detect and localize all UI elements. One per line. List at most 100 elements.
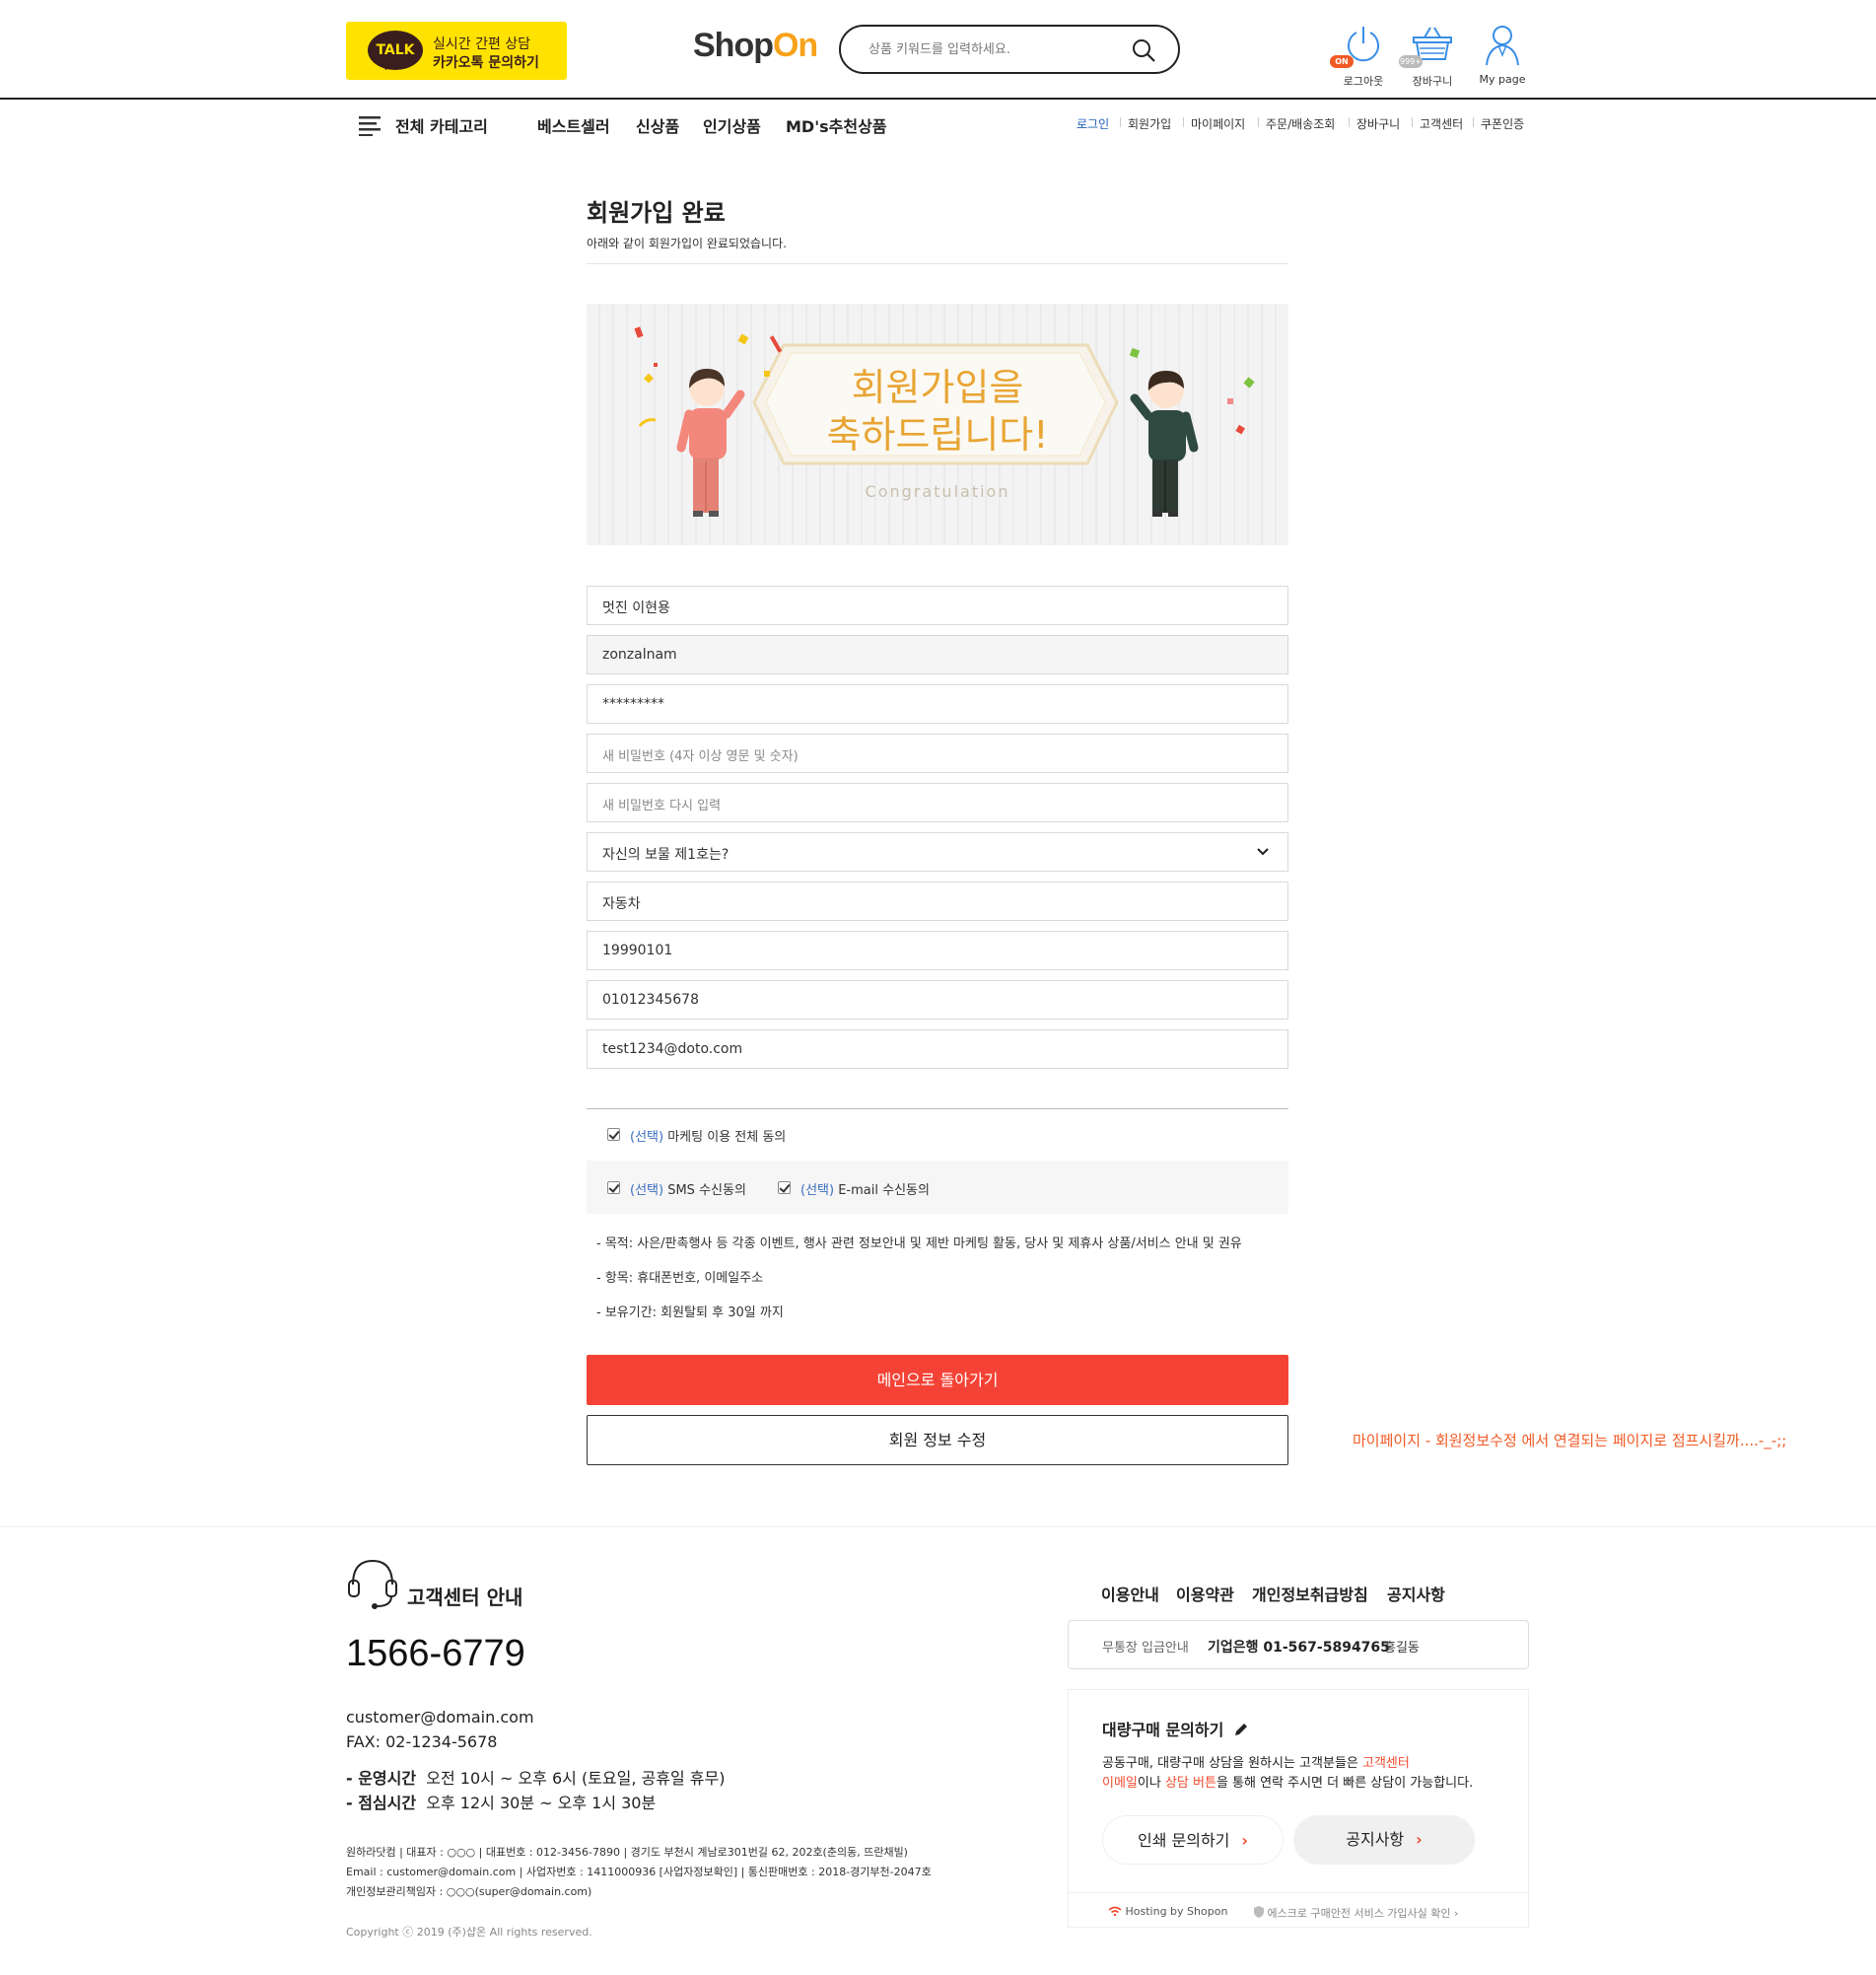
- search-bar: [839, 25, 1180, 74]
- mypage-button[interactable]: [1478, 24, 1527, 67]
- headset-icon: [348, 1559, 397, 1609]
- cart-label[interactable]: 장바구니: [1398, 73, 1467, 89]
- footer-link-terms[interactable]: 이용약관: [1176, 1582, 1234, 1605]
- cart-count-badge: 999+: [1399, 55, 1423, 68]
- userid-field: zonzalnam: [587, 635, 1288, 674]
- print-inquiry-button[interactable]: 인쇄 문의하기 ›: [1102, 1815, 1284, 1865]
- marketing-retention-note: - 보유기간: 회원탈퇴 후 30일 까지: [596, 1305, 784, 1320]
- util-coupon[interactable]: 쿠폰인증: [1481, 115, 1524, 132]
- site-header: TALK 실시간 간편 상담 카카오톡 문의하기 ShopOn ON 로그아웃 …: [0, 0, 1876, 100]
- util-order-tracking[interactable]: 주문/배송조회: [1266, 115, 1335, 132]
- talk-banner-line2: 카카오톡 문의하기: [433, 55, 539, 71]
- security-answer-field[interactable]: 자동차: [587, 882, 1288, 921]
- divider: [587, 263, 1288, 264]
- bank-transfer-label: 무통장 입금안내: [1102, 1641, 1189, 1656]
- banner-headline-2: 축하드립니다!: [826, 413, 1049, 457]
- util-divider: [1183, 117, 1184, 127]
- hosting-credit[interactable]: Hosting by Shopon: [1108, 1905, 1227, 1918]
- copyright: Copyright ⓒ 2019 (주)샵온 All rights reserv…: [346, 1926, 592, 1939]
- customer-email: customer@domain.com: [346, 1708, 534, 1727]
- developer-note: 마이페이지 - 회원정보수정 에서 연결되는 페이지로 점프시킬까....-_-…: [1353, 1432, 1787, 1449]
- back-to-main-button[interactable]: 메인으로 돌아가기: [587, 1355, 1288, 1405]
- hamburger-menu-icon[interactable]: [359, 114, 381, 136]
- nav-all-category[interactable]: 전체 카테고리: [395, 113, 488, 137]
- edit-member-info-button[interactable]: 회원 정보 수정: [587, 1415, 1288, 1465]
- congratulation-banner: 회원가입을 축하드립니다! Congratulation: [587, 304, 1288, 545]
- company-info-line2: Email : customer@domain.com | 사업자번호 : 14…: [346, 1866, 932, 1878]
- nav-popular[interactable]: 인기상품: [703, 113, 761, 137]
- marketing-items-note: - 항목: 휴대폰번호, 이메일주소: [596, 1271, 764, 1286]
- operating-hours: - 운영시간 오전 10시 ~ 오후 6시 (토요일, 공휴일 휴무): [346, 1769, 726, 1788]
- search-icon[interactable]: [1131, 37, 1156, 63]
- security-question-select[interactable]: 자신의 보물 제1호는?: [587, 832, 1288, 872]
- logout-label[interactable]: 로그아웃: [1329, 73, 1398, 89]
- chevron-right-icon: ›: [1241, 1831, 1248, 1850]
- divider: [587, 1108, 1288, 1109]
- util-divider: [1120, 117, 1121, 127]
- util-mypage[interactable]: 마이페이지: [1191, 115, 1245, 132]
- chevron-right-icon: ›: [1416, 1830, 1423, 1849]
- banner-headline-1: 회원가입을: [851, 366, 1024, 409]
- company-info-line1: 원하라닷컴 | 대표자 : ○○○ | 대표번호 : 012-3456-7890…: [346, 1846, 908, 1859]
- current-password-field[interactable]: *********: [587, 684, 1288, 724]
- nav-bestseller[interactable]: 베스트셀러: [537, 113, 610, 137]
- bulk-purchase-title: 대량구매 문의하기: [1102, 1717, 1249, 1740]
- page-subtitle: 아래와 같이 회원가입이 완료되었습니다.: [587, 237, 787, 250]
- sms-agree-checkbox[interactable]: [607, 1181, 620, 1194]
- util-cart[interactable]: 장바구니: [1356, 115, 1400, 132]
- marketing-channels-row: (선택) SMS 수신동의 (선택) E-mail 수신동의: [587, 1161, 1288, 1214]
- customer-center-title: 고객센터 안내: [407, 1586, 523, 1609]
- chevron-down-icon: [1257, 848, 1269, 856]
- birthdate-field[interactable]: 19990101: [587, 931, 1288, 970]
- util-divider: [1473, 117, 1474, 127]
- lunch-hours: - 점심시간 오후 12시 30분 ~ 오후 1시 30분: [346, 1794, 657, 1812]
- nav-new-products[interactable]: 신상품: [636, 113, 679, 137]
- footer-link-guide[interactable]: 이용안내: [1101, 1582, 1159, 1605]
- util-customer-center[interactable]: 고객센터: [1420, 115, 1463, 132]
- marketing-purpose-note: - 목적: 사은/판촉행사 등 각종 이벤트, 행사 관련 정보안내 및 제반 …: [596, 1236, 1242, 1251]
- banner-english-caption: Congratulation: [865, 482, 1010, 501]
- pencil-icon: [1234, 1724, 1247, 1735]
- account-holder: 홍길동: [1384, 1641, 1420, 1656]
- name-field[interactable]: 멋진 이현용: [587, 586, 1288, 625]
- marketing-all-checkbox[interactable]: [607, 1128, 620, 1141]
- search-input[interactable]: [869, 38, 1115, 60]
- nav-md-recommend[interactable]: MD's추천상품: [786, 113, 887, 137]
- util-signup[interactable]: 회원가입: [1128, 115, 1171, 132]
- new-password-field[interactable]: 새 비밀번호 (4자 이상 영문 및 숫자): [587, 734, 1288, 773]
- phone-field[interactable]: 01012345678: [587, 980, 1288, 1020]
- util-divider: [1349, 117, 1350, 127]
- bulk-purchase-desc-line2: 이메일이나 상담 버튼을 통해 연락 주시면 더 빠른 상담이 가능합니다.: [1102, 1776, 1474, 1791]
- email-field[interactable]: test1234@doto.com: [587, 1029, 1288, 1069]
- footer-divider: [0, 1526, 1876, 1527]
- util-login[interactable]: 로그인: [1077, 115, 1109, 132]
- email-agree-label[interactable]: (선택) E-mail 수신동의: [800, 1179, 930, 1198]
- bulk-purchase-box: 대량구매 문의하기 공동구매, 대량구매 상담을 원하시는 고객분들은 고객센터…: [1068, 1689, 1529, 1928]
- talk-banner-line1: 실시간 간편 상담: [433, 36, 531, 52]
- marketing-all-label[interactable]: (선택) 마케팅 이용 전체 동의: [630, 1126, 786, 1145]
- email-agree-checkbox[interactable]: [778, 1181, 791, 1194]
- kakao-talk-banner[interactable]: TALK 실시간 간편 상담 카카오톡 문의하기: [346, 22, 567, 80]
- mypage-label[interactable]: My page: [1468, 73, 1537, 86]
- bank-transfer-info: 무통장 입금안내 기업은행 01-567-5894765 홍길동: [1068, 1620, 1529, 1669]
- notice-button[interactable]: 공지사항 ›: [1293, 1815, 1475, 1865]
- bank-account: 기업은행 01-567-5894765: [1208, 1640, 1390, 1656]
- util-divider: [1258, 117, 1259, 127]
- sms-agree-label[interactable]: (선택) SMS 수신동의: [630, 1179, 746, 1198]
- new-password-confirm-field[interactable]: 새 비밀번호 다시 입력: [587, 783, 1288, 822]
- talk-bubble-icon: TALK: [368, 31, 423, 70]
- page-title: 회원가입 완료: [587, 199, 726, 227]
- escrow-verification-link[interactable]: 에스크로 구매안전 서비스 가입사실 확인 ›: [1254, 1905, 1458, 1921]
- login-status-badge: ON: [1330, 55, 1354, 68]
- util-divider: [1412, 117, 1413, 127]
- wifi-icon: [1108, 1906, 1122, 1917]
- footer-link-notice[interactable]: 공지사항: [1387, 1582, 1445, 1605]
- marketing-agree-all-row: (선택) 마케팅 이용 전체 동의: [587, 1114, 1288, 1156]
- footer-link-privacy[interactable]: 개인정보취급방침: [1252, 1582, 1368, 1605]
- divider: [1069, 1892, 1528, 1893]
- site-logo[interactable]: ShopOn: [693, 27, 818, 65]
- bulk-purchase-desc-line1: 공동구매, 대량구매 상담을 원하시는 고객분들은 고객센터: [1102, 1756, 1410, 1771]
- shield-icon: [1254, 1906, 1264, 1918]
- company-info-line3: 개인정보관리책임자 : ○○○(super@domain.com): [346, 1885, 592, 1898]
- customer-center-phone: 1566-6779: [346, 1633, 525, 1674]
